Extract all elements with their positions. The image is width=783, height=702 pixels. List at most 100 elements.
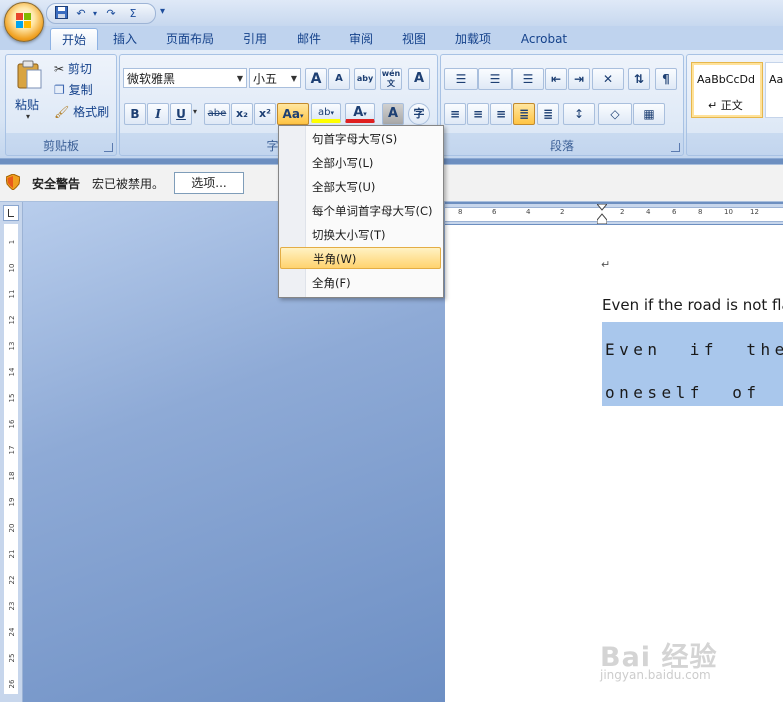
bold-icon: B — [130, 107, 140, 121]
shrink-font-button[interactable]: A — [328, 68, 350, 90]
copy-button[interactable]: ❐ 复制 — [54, 81, 93, 99]
cut-button[interactable]: ✂ 剪切 — [54, 60, 92, 78]
align-right-icon: ≡ — [495, 107, 507, 121]
show-marks-button[interactable]: ¶ — [655, 68, 677, 90]
shading-button[interactable]: ◇ — [598, 103, 632, 125]
tab-page-layout[interactable]: 页面布局 — [158, 28, 222, 50]
italic-button[interactable]: I — [147, 103, 169, 125]
tab-selector-icon[interactable] — [3, 205, 19, 221]
change-case-button[interactable]: Aa▾ — [277, 103, 309, 125]
selected-text-line[interactable]: Even if the — [605, 340, 783, 359]
sigma-icon[interactable]: Σ — [125, 6, 141, 21]
options-button[interactable]: 选项... — [174, 172, 244, 194]
chevron-down-icon[interactable]: ▾ — [193, 107, 197, 116]
menu-item-toggle-case[interactable]: 切换大小写(T) — [280, 224, 441, 246]
grow-font-button[interactable]: A — [305, 68, 327, 90]
numbering-button[interactable]: ☰ — [478, 68, 512, 90]
distributed-button[interactable]: ≣ — [537, 103, 559, 125]
redo-icon[interactable]: ↷ — [103, 6, 119, 21]
align-right-button[interactable]: ≡ — [490, 103, 512, 125]
format-painter-button[interactable]: 🖌 格式刷 — [54, 103, 109, 121]
strikethrough-icon: abe — [207, 108, 227, 119]
phonetic-guide-button[interactable]: wén 文 — [380, 68, 402, 90]
bullets-button[interactable]: ☰ — [444, 68, 478, 90]
sort-button[interactable]: ⇅ — [628, 68, 650, 90]
dialog-launcher-icon[interactable] — [104, 143, 113, 152]
chevron-down-icon: ▾ — [26, 112, 31, 121]
tab-acrobat[interactable]: Acrobat — [514, 28, 574, 50]
tab-review[interactable]: 审阅 — [342, 28, 380, 50]
security-title: 安全警告 — [32, 177, 81, 191]
menu-item-capitalize-each-word[interactable]: 每个单词首字母大写(C) — [280, 200, 441, 222]
ruler-number: 12 — [8, 315, 16, 325]
align-center-button[interactable]: ≡ — [467, 103, 489, 125]
menu-item-full-width[interactable]: 全角(F) — [280, 272, 441, 294]
change-case-icon: Aa — [282, 107, 300, 121]
enclose-characters-button[interactable]: 字 — [408, 103, 430, 125]
customize-qat-icon[interactable]: ▾ — [160, 6, 165, 17]
font-color-button[interactable]: A▾ — [345, 103, 375, 123]
selected-text-line[interactable]: oneself of t — [605, 383, 783, 402]
style-normal-preview: AaBbCcDd — [697, 73, 755, 86]
tab-view[interactable]: 视图 — [395, 28, 433, 50]
subscript-button[interactable]: x₂ — [231, 103, 253, 125]
office-button[interactable] — [4, 2, 44, 42]
save-icon[interactable] — [53, 6, 69, 21]
menu-item-sentence-case[interactable]: 句首字母大写(S) — [280, 128, 441, 150]
indent-marker-icon[interactable] — [595, 203, 609, 225]
ruler-number: 25 — [8, 653, 16, 663]
copy-icon: ❐ — [54, 83, 65, 97]
character-shading-button[interactable]: A — [382, 103, 404, 125]
phonetic-guide-icon: wén 文 — [381, 69, 401, 88]
menu-item-uppercase[interactable]: 全部大写(U) — [280, 176, 441, 198]
bold-button[interactable]: B — [124, 103, 146, 125]
underline-button[interactable]: U — [170, 103, 192, 125]
tab-references[interactable]: 引用 — [236, 28, 274, 50]
decrease-indent-button[interactable]: ⇤ — [545, 68, 567, 90]
clear-format-button[interactable]: aby — [354, 68, 376, 90]
menu-item-lowercase[interactable]: 全部小写(L) — [280, 152, 441, 174]
ruler-number: 20 — [8, 523, 16, 533]
ruler-number: 8 — [698, 208, 703, 216]
style-normal[interactable]: AaBbCcDd ↵ 正文 — [691, 62, 763, 118]
borders-button[interactable]: ▦ — [633, 103, 665, 125]
chevron-down-icon: ▾ — [330, 109, 334, 117]
increase-indent-button[interactable]: ⇥ — [568, 68, 590, 90]
increase-indent-icon: ⇥ — [573, 72, 585, 86]
ruler-number: 11 — [8, 289, 16, 299]
strikethrough-button[interactable]: abe — [204, 103, 230, 125]
superscript-button[interactable]: x² — [254, 103, 276, 125]
pilcrow-icon: ¶ — [662, 72, 670, 86]
style-next[interactable]: Aa — [765, 62, 783, 118]
highlight-button[interactable]: ab▾ — [311, 103, 341, 123]
copy-label: 复制 — [68, 83, 93, 97]
ruler-number: 4 — [526, 208, 531, 216]
line-spacing-button[interactable]: ↕ — [563, 103, 595, 125]
tab-insert[interactable]: 插入 — [104, 28, 146, 50]
text-line[interactable]: Even if the road is not fla — [602, 296, 783, 314]
borders-icon: ▦ — [643, 107, 655, 121]
highlighter-icon: ab — [318, 107, 331, 118]
style-normal-label: ↵ 正文 — [708, 99, 743, 112]
justify-button[interactable]: ≣ — [513, 103, 535, 125]
multilevel-list-button[interactable]: ☰ — [512, 68, 544, 90]
subscript-icon: x₂ — [236, 107, 248, 120]
ruler-number: 23 — [8, 601, 16, 611]
tab-addins[interactable]: 加载项 — [447, 28, 499, 50]
cut-label: 剪切 — [67, 62, 92, 76]
ruler-number: 2 — [560, 208, 565, 216]
undo-dropdown-icon[interactable]: ▾ — [87, 6, 103, 21]
chinese-layout-button[interactable]: ✕ — [592, 68, 624, 90]
superscript-icon: x² — [259, 107, 271, 120]
paste-button[interactable]: 粘贴 ▾ — [13, 60, 45, 126]
align-left-button[interactable]: ≡ — [444, 103, 466, 125]
brush-icon: 🖌 — [54, 105, 70, 119]
menu-item-half-width[interactable]: 半角(W) — [280, 247, 441, 269]
font-name-combo[interactable]: 微软雅黑 ▼ — [123, 68, 247, 88]
tab-mailings[interactable]: 邮件 — [290, 28, 328, 50]
ruler-number: 21 — [8, 549, 16, 559]
dialog-launcher-icon[interactable] — [671, 143, 680, 152]
character-border-button[interactable]: A — [408, 68, 430, 90]
tab-home[interactable]: 开始 — [50, 28, 98, 51]
font-size-combo[interactable]: 小五 ▼ — [249, 68, 301, 88]
